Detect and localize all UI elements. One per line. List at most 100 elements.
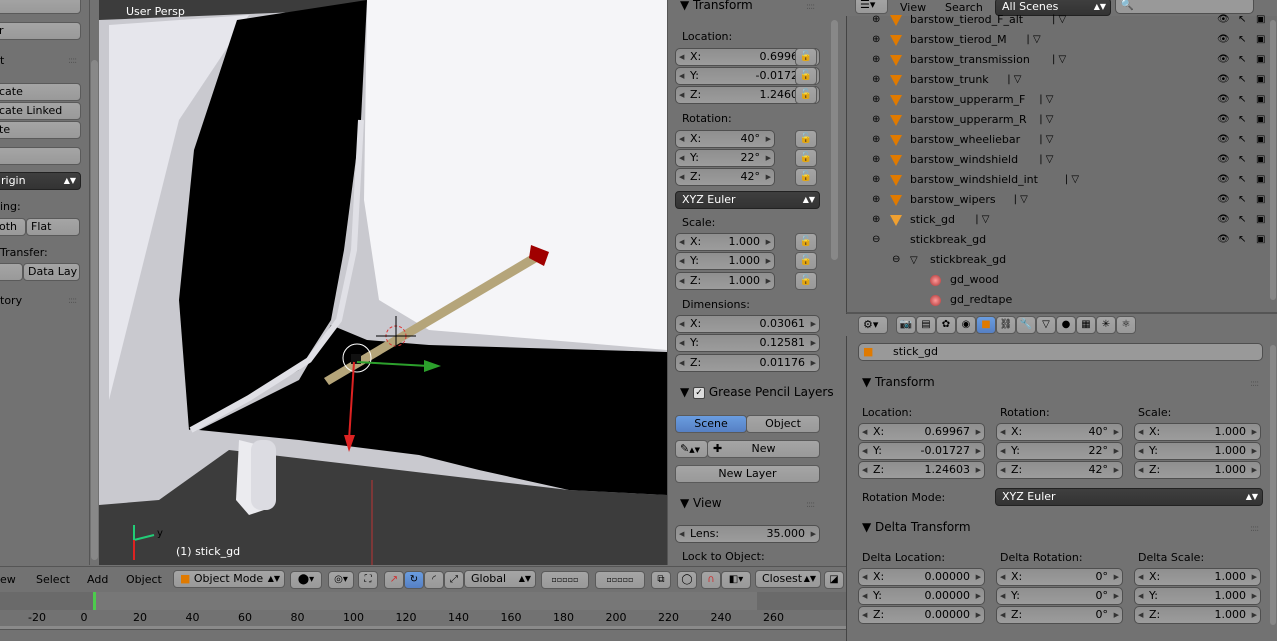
lock-icon[interactable]: 🔓 [795, 48, 817, 66]
outliner-row[interactable]: ⊕ barstow_wipers | ▽ 👁 ↖ ▣ [860, 190, 1270, 210]
select-cursor-icon[interactable]: ↖ [1238, 10, 1246, 30]
delta-location-y[interactable]: ◀ Y: 0.00000 ▶ [858, 587, 985, 605]
outliner-row[interactable]: ⊕ barstow_windshield | ▽ 👁 ↖ ▣ [860, 150, 1270, 170]
outliner-row[interactable]: ⊕ barstow_upperarm_F | ▽ 👁 ↖ ▣ [860, 90, 1270, 110]
expand-icon[interactable]: ⊕ [872, 50, 880, 70]
menu-add[interactable]: Add [87, 573, 108, 586]
render-border-icon[interactable]: ◯ [677, 571, 697, 589]
transform-mode-icon[interactable]: ⤢ [444, 571, 464, 589]
grease-pencil-select[interactable]: ✎▲▼ [675, 440, 708, 458]
visibility-eye-icon[interactable]: 👁 [1217, 190, 1230, 210]
lock-icon[interactable]: 🔓 [795, 233, 817, 251]
lock-icon[interactable]: 🔓 [795, 130, 817, 148]
visibility-eye-icon[interactable]: 👁 [1217, 10, 1230, 30]
physics-icon[interactable]: ⚛ [1116, 316, 1136, 334]
select-cursor-icon[interactable]: ↖ [1238, 110, 1246, 130]
select-cursor-icon[interactable]: ↖ [1238, 90, 1246, 110]
render-camera-icon[interactable]: ▣ [1256, 190, 1265, 210]
n-dimension-x[interactable]: ◀ X: 0.03061 ▶ [675, 315, 820, 333]
n-rotation-x[interactable]: ◀ X: 40° ▶ [675, 130, 775, 148]
data-layout-button[interactable]: Data Lay [23, 263, 80, 281]
select-cursor-icon[interactable]: ↖ [1238, 30, 1246, 50]
render-camera-icon[interactable]: ▣ [1256, 10, 1265, 30]
outliner-row[interactable]: gd_redtape [860, 290, 1270, 310]
visibility-eye-icon[interactable]: 👁 [1217, 210, 1230, 230]
visibility-eye-icon[interactable]: 👁 [1217, 150, 1230, 170]
render-camera-icon[interactable]: ▣ [1256, 30, 1265, 50]
grease-object-button[interactable]: Object [746, 415, 820, 433]
expand-icon[interactable]: ⊕ [872, 10, 880, 30]
expand-icon[interactable]: ⊕ [872, 190, 880, 210]
expand-icon[interactable]: ⊕ [872, 70, 880, 90]
visibility-eye-icon[interactable]: 👁 [1217, 70, 1230, 90]
delta-scale-x[interactable]: ◀ X: 1.000 ▶ [1134, 568, 1261, 586]
render-camera-icon[interactable]: ▣ [1256, 110, 1265, 130]
set-origin-select[interactable]: rigin ▲▼ [0, 172, 81, 190]
prop-location-z[interactable]: ◀ Z: 1.24603 ▶ [858, 461, 985, 479]
n-dimension-y[interactable]: ◀ Y: 0.12581 ▶ [675, 334, 820, 352]
data-button[interactable] [0, 263, 23, 281]
snap-magnet-icon[interactable]: ∩ [701, 571, 721, 589]
n-rotation-z[interactable]: ◀ Z: 42° ▶ [675, 168, 775, 186]
menu-select[interactable]: Select [36, 573, 70, 586]
world-icon[interactable]: ◉ [956, 316, 976, 334]
lock-icon[interactable]: 🔓 [795, 168, 817, 186]
delta-location-z[interactable]: ◀ Z: 0.00000 ▶ [858, 606, 985, 624]
translate-icon[interactable]: ↗ [384, 571, 404, 589]
expand-icon[interactable]: ⊕ [872, 210, 880, 230]
flat-button[interactable]: Flat [26, 218, 80, 236]
render-camera-icon[interactable]: ▣ [1256, 210, 1265, 230]
outliner-row[interactable]: ⊕ barstow_tierod_F_alt | ▽ 👁 ↖ ▣ [860, 10, 1270, 30]
pivot-select[interactable]: ◎▾ [328, 571, 354, 589]
visibility-eye-icon[interactable]: 👁 [1217, 30, 1230, 50]
visibility-eye-icon[interactable]: 👁 [1217, 130, 1230, 150]
select-cursor-icon[interactable]: ↖ [1238, 70, 1246, 90]
visibility-eye-icon[interactable]: 👁 [1217, 50, 1230, 70]
3d-viewport[interactable]: User Persp (1) stick_gd y [99, 0, 667, 565]
delta-scale-z[interactable]: ◀ Z: 1.000 ▶ [1134, 606, 1261, 624]
delta-transform-header[interactable]: ▼ Delta Transform [862, 520, 971, 534]
duplicate-linked-button[interactable]: cate Linked [0, 102, 81, 120]
expand-icon[interactable]: ⊕ [872, 150, 880, 170]
smooth-button[interactable]: oth [0, 218, 26, 236]
particles-icon[interactable]: ✳ [1096, 316, 1116, 334]
prop-location-x[interactable]: ◀ X: 0.69967 ▶ [858, 423, 985, 441]
outliner-scrollbar[interactable] [1270, 20, 1276, 300]
outliner-row[interactable]: gd_wood [860, 270, 1270, 290]
select-cursor-icon[interactable]: ↖ [1238, 170, 1246, 190]
shading-select[interactable]: ⬤▾ [290, 571, 322, 589]
properties-scrollbar[interactable] [1270, 345, 1276, 625]
render-icon[interactable]: 📷 [896, 316, 916, 334]
select-cursor-icon[interactable]: ↖ [1238, 210, 1246, 230]
render-camera-icon[interactable]: ▣ [1256, 50, 1265, 70]
layers-grid-2[interactable]: ▫▫▫▫▫ [595, 571, 645, 589]
lens-field[interactable]: ◀ Lens: 35.000 ▶ [675, 525, 820, 543]
orientation-select[interactable]: Global ▲▼ [464, 570, 536, 588]
constraints-icon[interactable]: ⛓ [996, 316, 1016, 334]
outliner-row[interactable]: ⊕ barstow_windshield_int | ▽ 👁 ↖ ▣ [860, 170, 1270, 190]
outliner-row[interactable]: ⊕ barstow_transmission | ▽ 👁 ↖ ▣ [860, 50, 1270, 70]
material-icon[interactable]: ● [1056, 316, 1076, 334]
lock-icon[interactable]: 🔓 [795, 252, 817, 270]
render-camera-icon[interactable]: ▣ [1256, 230, 1265, 250]
delta-scale-y[interactable]: ◀ Y: 1.000 ▶ [1134, 587, 1261, 605]
prop-rotation-z[interactable]: ◀ Z: 42° ▶ [996, 461, 1123, 479]
texture-icon[interactable]: ▦ [1076, 316, 1096, 334]
render-layers-icon[interactable]: ▤ [916, 316, 936, 334]
lock-icon[interactable]: 🔓 [795, 86, 817, 104]
prop-scale-y[interactable]: ◀ Y: 1.000 ▶ [1134, 442, 1261, 460]
prop-location-y[interactable]: ◀ Y: -0.01727 ▶ [858, 442, 985, 460]
checkbox-icon[interactable]: ✓ [693, 386, 706, 399]
mode-select[interactable]: ■ Object Mode ▲▼ [173, 570, 285, 588]
menu-object[interactable]: Object [126, 573, 162, 586]
tool-button-empty[interactable] [0, 147, 81, 165]
prop-rotation-mode-select[interactable]: XYZ Euler ▲▼ [995, 488, 1263, 506]
prop-rotation-y[interactable]: ◀ Y: 22° ▶ [996, 442, 1123, 460]
rotate-icon[interactable]: ↻ [404, 571, 424, 589]
grease-pencil-header[interactable]: ▼ ✓ Grease Pencil Layers [680, 385, 834, 399]
new-layer-button[interactable]: New Layer [675, 465, 820, 483]
modifiers-icon[interactable]: 🔧 [1016, 316, 1036, 334]
outliner-row[interactable]: ⊕ stick_gd | ▽ 👁 ↖ ▣ [860, 210, 1270, 230]
prop-scale-z[interactable]: ◀ Z: 1.000 ▶ [1134, 461, 1261, 479]
timeline-scrollbar[interactable] [0, 626, 846, 629]
